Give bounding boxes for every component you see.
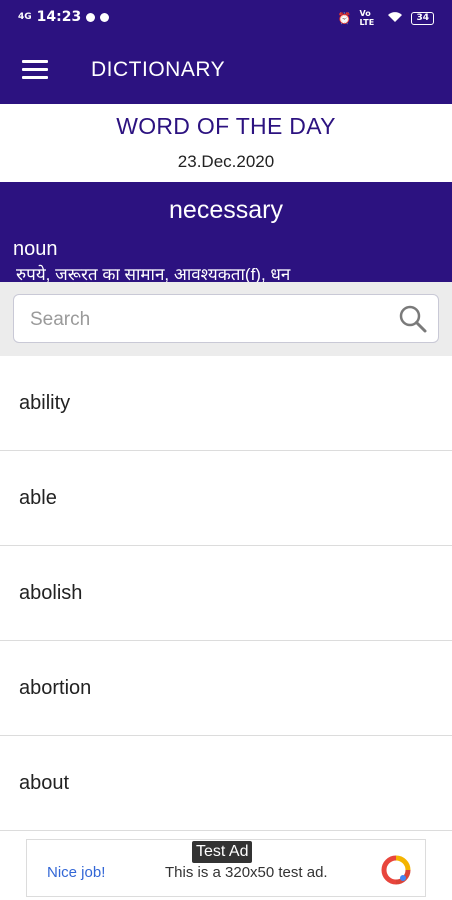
ad-nice-text: Nice job!	[47, 864, 106, 881]
word-of-day-card[interactable]: necessary noun रुपये, जरूरत का सामान, आव…	[0, 182, 452, 282]
menu-icon[interactable]	[22, 60, 48, 80]
status-bar-right: ⏰ Vo LTE 34	[338, 9, 434, 27]
word-of-day-word: necessary	[169, 196, 283, 224]
alarm-icon: ⏰	[337, 11, 352, 25]
list-item[interactable]: abolish	[0, 546, 452, 641]
list-item[interactable]: abortion	[0, 641, 452, 736]
word-list: ability able abolish abortion about	[0, 356, 452, 831]
list-item[interactable]: able	[0, 451, 452, 546]
status-bar-left: 4G 14:23	[18, 9, 110, 25]
battery-icon: 34	[411, 11, 434, 25]
word-meaning: रुपये, जरूरत का सामान, आवश्यकता(f), धन	[16, 265, 291, 282]
search-area	[0, 282, 452, 356]
signal-4g-icon: 4G	[18, 12, 32, 22]
part-of-speech: noun	[13, 238, 58, 260]
ad-logo-icon	[381, 855, 411, 885]
list-item[interactable]: ability	[0, 356, 452, 451]
ad-description: This is a 320x50 test ad.	[165, 864, 328, 881]
word-of-day-header: WORD OF THE DAY 23.Dec.2020	[0, 104, 452, 182]
word-of-day-date: 23.Dec.2020	[177, 152, 275, 171]
search-input[interactable]	[28, 305, 392, 335]
notification-dot-icon	[86, 12, 96, 22]
app-title: DICTIONARY	[91, 58, 226, 81]
test-ad-badge: Test Ad	[192, 841, 253, 863]
search-box[interactable]	[13, 294, 439, 343]
word-of-day-title: WORD OF THE DAY	[116, 113, 336, 139]
app-bar: DICTIONARY	[0, 36, 452, 104]
chat-icon	[100, 12, 110, 22]
list-item[interactable]: about	[0, 736, 452, 831]
network-type-icon: Vo LTE	[359, 9, 375, 27]
clock: 14:23	[36, 9, 82, 25]
search-icon[interactable]	[398, 304, 428, 334]
wifi-icon	[387, 11, 403, 26]
status-bar: 4G 14:23 ⏰ Vo LTE 34	[0, 0, 452, 36]
